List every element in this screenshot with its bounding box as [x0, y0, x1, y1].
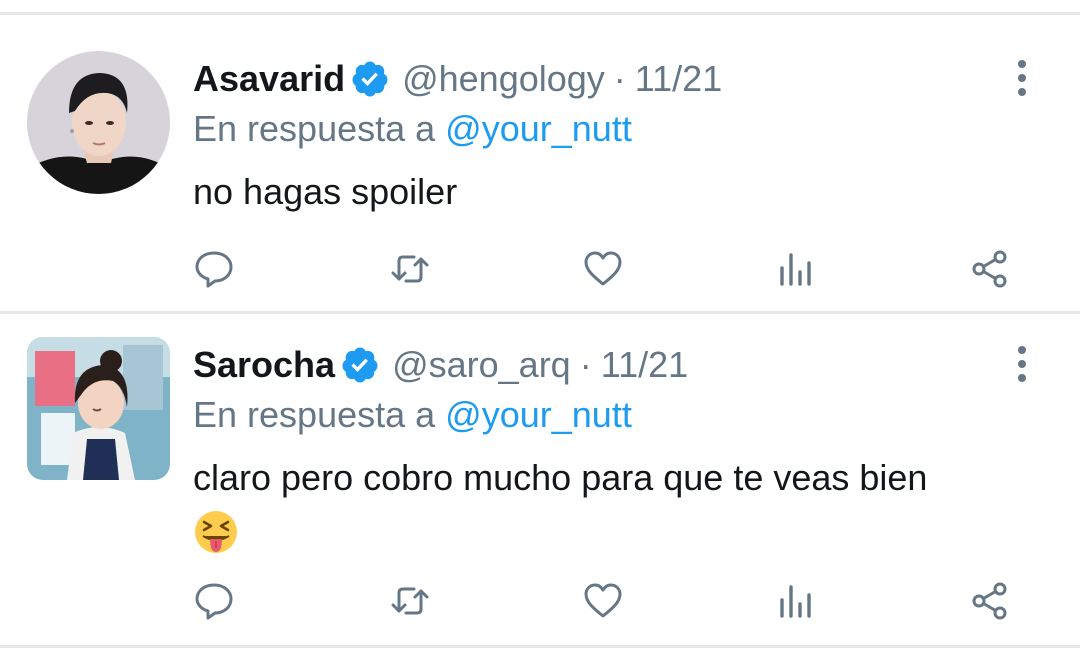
- analytics-icon[interactable]: [773, 578, 819, 624]
- tweet-text-content: no hagas spoiler: [193, 171, 458, 212]
- meta-separator: ·: [613, 58, 626, 99]
- tweet-actions: [0, 246, 1080, 292]
- like-icon[interactable]: [580, 246, 626, 292]
- reply-mention-link[interactable]: @your_nutt: [445, 108, 632, 149]
- meta-separator: ·: [579, 344, 592, 385]
- more-options-icon[interactable]: [1005, 344, 1039, 384]
- reply-context: En respuesta a @your_nutt: [193, 394, 632, 436]
- reply-mention-link[interactable]: @your_nutt: [445, 394, 632, 435]
- tweet-date[interactable]: 11/21: [601, 344, 688, 386]
- retweet-icon[interactable]: [387, 578, 433, 624]
- display-name[interactable]: Sarocha: [193, 344, 335, 386]
- share-icon[interactable]: [967, 246, 1013, 292]
- reply-icon[interactable]: [191, 246, 237, 292]
- tweet-text: claro pero cobro mucho para que te veas …: [193, 452, 1033, 556]
- verified-badge-icon: [352, 61, 388, 97]
- avatar[interactable]: [27, 337, 170, 480]
- tweet-item[interactable]: Asavarid @hengology · 11/21 En respuesta…: [0, 0, 1080, 312]
- tweet-text-content: claro pero cobro mucho para que te veas …: [193, 457, 928, 498]
- display-name[interactable]: Asavarid: [193, 58, 345, 100]
- bottom-divider: [0, 645, 1080, 648]
- reply-prefix: En respuesta a: [193, 108, 436, 149]
- retweet-icon[interactable]: [387, 246, 433, 292]
- user-handle[interactable]: @hengology: [402, 58, 605, 100]
- avatar[interactable]: [27, 51, 170, 194]
- reply-icon[interactable]: [191, 578, 237, 624]
- tweet-date[interactable]: 11/21: [635, 58, 722, 100]
- analytics-icon[interactable]: [773, 246, 819, 292]
- tweet-text: no hagas spoiler: [193, 166, 1033, 218]
- reply-prefix: En respuesta a: [193, 394, 436, 435]
- verified-badge-icon: [342, 347, 378, 383]
- squinting-face-with-tongue-icon: [195, 511, 237, 554]
- tweet-actions: [0, 578, 1080, 624]
- reply-context: En respuesta a @your_nutt: [193, 108, 632, 150]
- share-icon[interactable]: [967, 578, 1013, 624]
- more-options-icon[interactable]: [1005, 58, 1039, 98]
- like-icon[interactable]: [580, 578, 626, 624]
- tweet-item[interactable]: Sarocha @saro_arq · 11/21 En respuesta a…: [0, 314, 1080, 650]
- user-handle[interactable]: @saro_arq: [392, 344, 571, 386]
